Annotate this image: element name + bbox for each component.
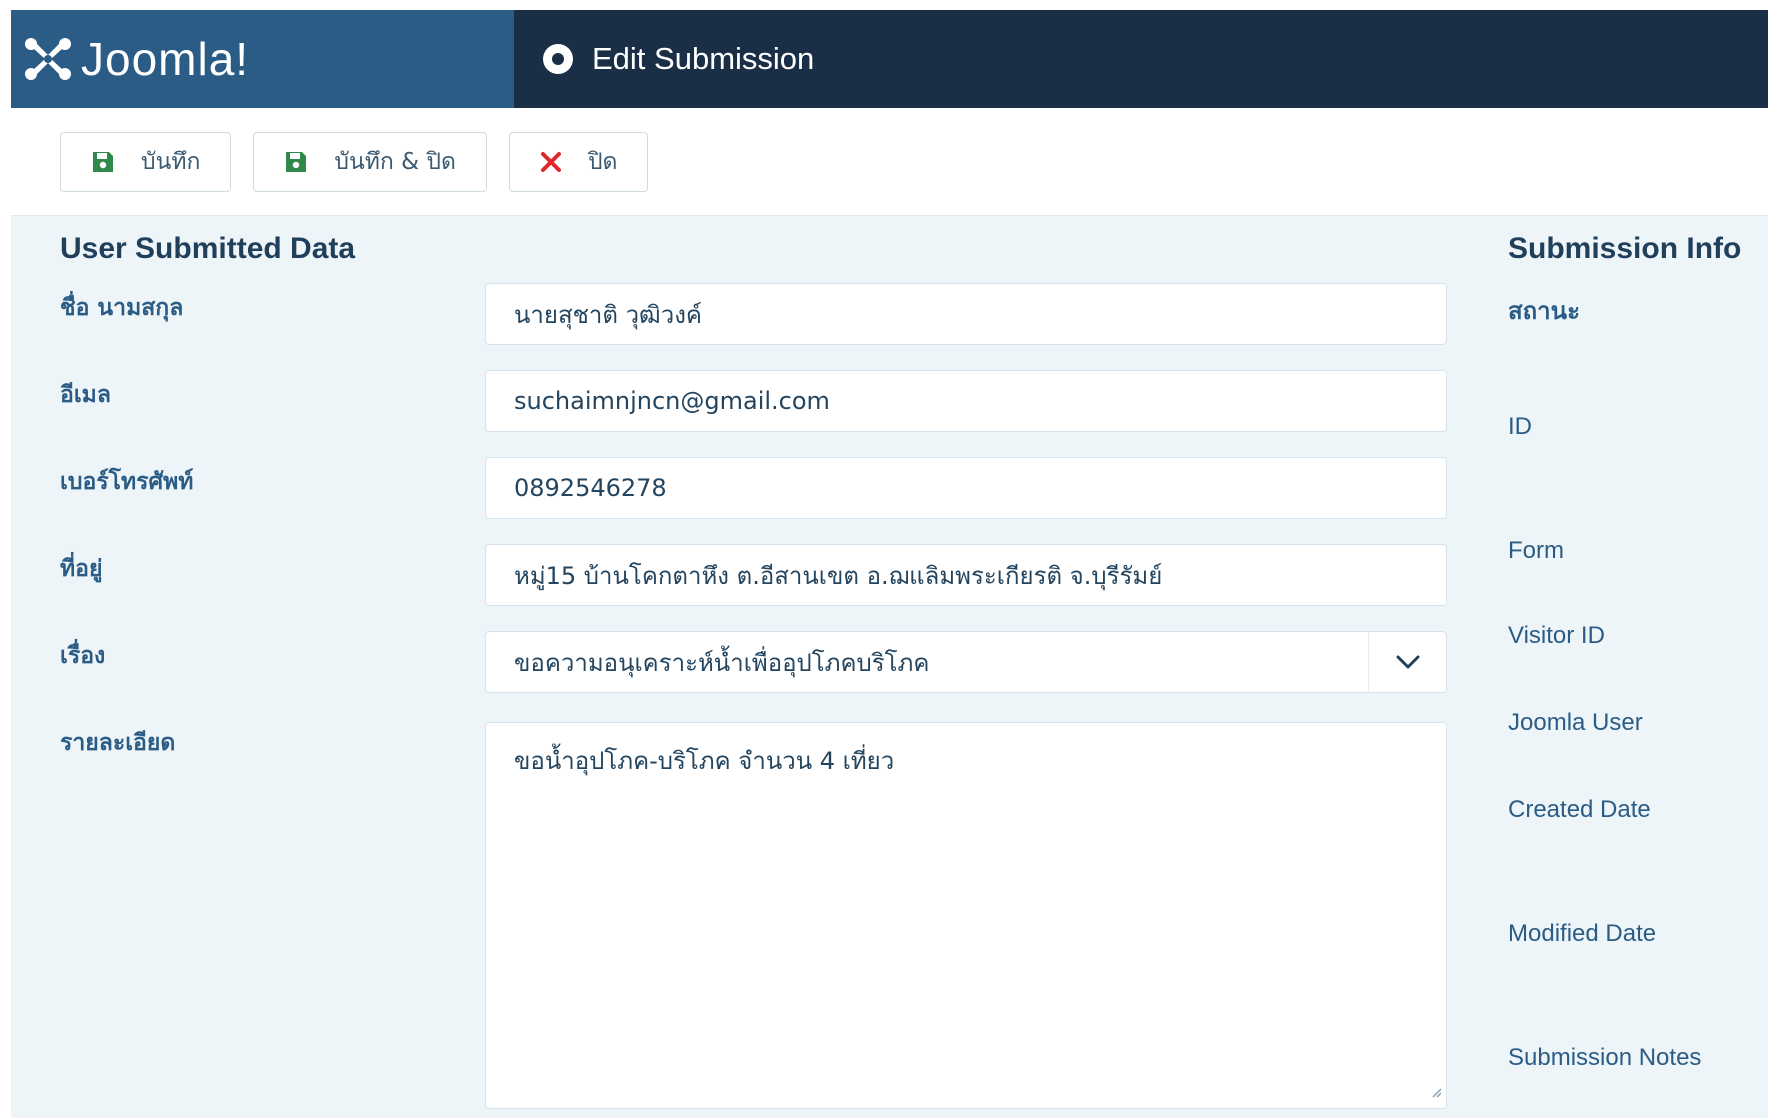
info-label-id: ID	[1508, 413, 1532, 440]
email-input[interactable]: suchaimnjncn@gmail.com	[485, 370, 1447, 432]
page-title: Edit Submission	[592, 41, 815, 76]
joomla-logo-icon	[23, 36, 73, 82]
page-heading: Edit Submission	[514, 10, 814, 108]
floppy-disk-icon	[91, 150, 115, 174]
field-label-name: ชื่อ นามสกุล	[60, 295, 184, 321]
field-label-email: อีเมล	[60, 382, 111, 408]
info-label-visitor-id: Visitor ID	[1508, 622, 1605, 649]
close-icon	[540, 151, 562, 173]
save-button[interactable]: บันทึก	[60, 131, 232, 192]
brand-logo[interactable]: Joomla!	[11, 10, 514, 108]
info-label-joomla-user: Joomla User	[1508, 709, 1643, 736]
resize-handle-icon[interactable]	[1430, 1076, 1442, 1104]
info-label-status: สถานะ	[1508, 298, 1580, 325]
top-header: Joomla! Edit Submission	[11, 10, 1768, 108]
details-text: ขอน้ำอุปโภค-บริโภค จำนวน 4 เที่ยว	[514, 747, 895, 775]
info-label-form: Form	[1508, 537, 1564, 564]
submission-info-title: Submission Info	[1508, 232, 1742, 265]
save-label: บันทึก	[141, 148, 201, 175]
chevron-down-icon[interactable]	[1368, 632, 1446, 692]
brand-name: Joomla!	[81, 33, 250, 85]
record-icon	[542, 43, 574, 75]
subject-selected-value: ขอความอนุเคราะห์น้ำเพื่ออุปโภคบริโภค	[514, 648, 930, 677]
info-label-submission-notes: Submission Notes	[1508, 1044, 1702, 1071]
subject-select[interactable]: ขอความอนุเคราะห์น้ำเพื่ออุปโภคบริโภค	[485, 631, 1447, 693]
save-and-close-label: บันทึก & ปิด	[334, 148, 456, 175]
user-data-title: User Submitted Data	[60, 232, 356, 265]
name-input[interactable]: นายสุชาติ วุฒิวงค์	[485, 283, 1447, 345]
details-textarea[interactable]: ขอน้ำอุปโภค-บริโภค จำนวน 4 เที่ยว	[485, 722, 1447, 1109]
field-label-address: ที่อยู่	[60, 556, 103, 582]
close-label: ปิด	[587, 148, 618, 175]
field-label-subject: เรื่อง	[60, 643, 106, 669]
close-button[interactable]: ปิด	[508, 131, 649, 192]
phone-input[interactable]: 0892546278	[485, 457, 1447, 519]
field-label-phone: เบอร์โทรศัพท์	[60, 469, 194, 495]
floppy-disk-icon	[284, 150, 308, 174]
info-label-created-date: Created Date	[1508, 796, 1651, 823]
action-toolbar: บันทึก บันทึก & ปิด ปิด	[11, 108, 1768, 216]
address-input[interactable]: หมู่15 บ้านโคกตาหึง ต.อีสานเขต อ.ฌแลิมพร…	[485, 544, 1447, 606]
info-label-modified-date: Modified Date	[1508, 920, 1657, 947]
save-and-close-button[interactable]: บันทึก & ปิด	[253, 131, 487, 192]
app-frame: Joomla! Edit Submission บันทึก บันทึก & …	[11, 10, 1768, 1118]
field-label-details: รายละเอียด	[60, 730, 176, 756]
